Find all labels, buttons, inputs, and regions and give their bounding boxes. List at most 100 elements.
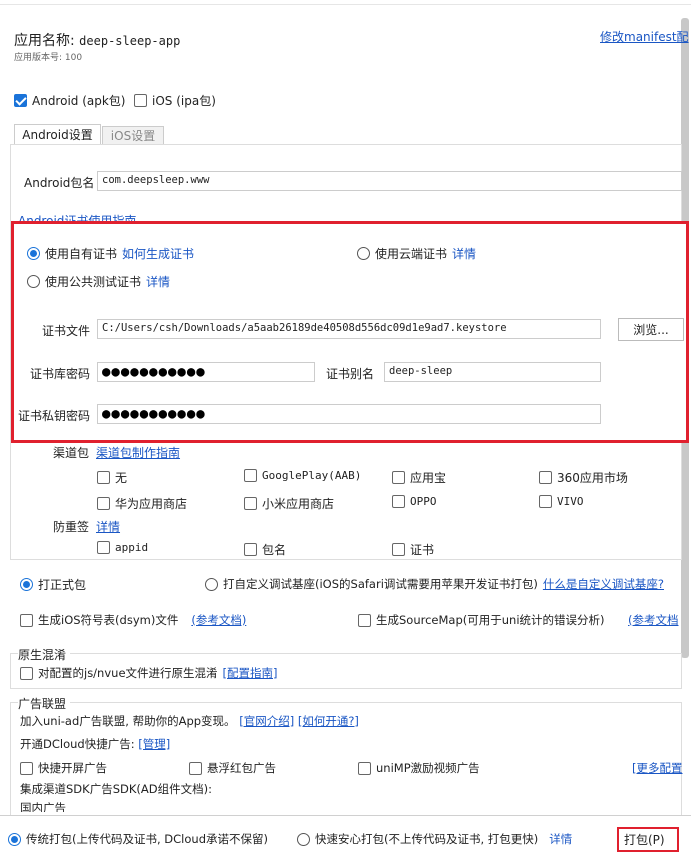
- sourcemap-option[interactable]: 生成SourceMap(可用于uni统计的错误分析): [358, 612, 605, 628]
- anti-resign-package-label: 包名: [262, 543, 287, 557]
- pack-button-label: 打包(P): [624, 833, 665, 847]
- fast-pack-option[interactable]: 快速安心打包(不上传代码及证书, 打包更快) 详情: [297, 831, 572, 847]
- custom-base-radio[interactable]: [205, 577, 218, 591]
- dsym-doc-link[interactable]: (参考文档): [191, 612, 246, 628]
- fast-pack-detail-link[interactable]: 详情: [549, 831, 572, 847]
- android-platform-option[interactable]: Android (apk包): [14, 92, 126, 109]
- pack-button[interactable]: 打包(P): [617, 827, 679, 852]
- channel-option[interactable]: 应用宝: [392, 469, 446, 486]
- own-cert-label: 使用自有证书: [45, 247, 118, 261]
- modify-manifest-link[interactable]: 修改manifest配: [600, 28, 689, 45]
- own-cert-radio[interactable]: [27, 247, 40, 260]
- channel-label-none: 无: [115, 471, 128, 485]
- native-obfuscation-checkbox[interactable]: [20, 666, 33, 680]
- channel-checkbox[interactable]: [97, 497, 110, 510]
- channel-option[interactable]: 360应用市场: [539, 469, 628, 486]
- video-ad-label: uniMP激励视频广告: [376, 761, 480, 775]
- tab-android-label: Android设置: [22, 128, 93, 142]
- cloud-cert-radio[interactable]: [357, 247, 370, 260]
- ads-howto-link[interactable]: [如何开通?]: [298, 714, 359, 728]
- ads-join-text: 加入uni-ad广告联盟, 帮助你的App变现。: [20, 714, 236, 728]
- cert-file-label: 证书文件: [42, 324, 91, 338]
- native-obfuscation-option[interactable]: 对配置的js/nvue文件进行原生混淆 [配置指南]: [20, 665, 278, 681]
- release-build-label: 打正式包: [38, 578, 87, 592]
- channel-label-huawei: 华为应用商店: [115, 497, 188, 511]
- native-obfuscation-label: 对配置的js/nvue文件进行原生混淆: [38, 666, 218, 680]
- version-label: 应用版本号: 100: [14, 53, 83, 63]
- channel-checkbox[interactable]: [539, 471, 552, 484]
- anti-resign-checkbox[interactable]: [97, 541, 110, 554]
- tab-android[interactable]: Android设置: [14, 124, 101, 145]
- cert-file-input[interactable]: C:/Users/csh/Downloads/a5aab26189de40508…: [97, 319, 601, 339]
- dcloud-ads-label: 开通DCloud快捷广告:: [20, 737, 135, 751]
- tab-ios[interactable]: iOS设置: [102, 126, 164, 145]
- channel-checkbox[interactable]: [539, 495, 552, 508]
- anti-resign-checkbox[interactable]: [392, 543, 405, 556]
- app-name-value: deep-sleep-app: [79, 34, 181, 48]
- cert-alias-input[interactable]: deep-sleep: [384, 362, 601, 382]
- dsym-option[interactable]: 生成iOS符号表(dsym)文件 (参考文档): [20, 612, 246, 628]
- tab-ios-label: iOS设置: [110, 129, 156, 143]
- fast-pack-radio[interactable]: [297, 832, 310, 846]
- package-name-input[interactable]: com.deepsleep.www: [97, 171, 682, 191]
- key-password-input[interactable]: ●●●●●●●●●●●: [97, 404, 601, 424]
- store-password-input[interactable]: ●●●●●●●●●●●: [97, 362, 315, 382]
- public-cert-radio[interactable]: [27, 275, 40, 288]
- channel-option[interactable]: 华为应用商店: [97, 495, 187, 512]
- channel-option[interactable]: OPPO: [392, 495, 437, 508]
- top-divider: [0, 4, 691, 5]
- android-checkbox[interactable]: [14, 94, 27, 107]
- custom-base-option[interactable]: 打自定义调试基座(iOS的Safari调试需要用苹果开发证书打包) 什么是自定义…: [205, 576, 664, 592]
- store-password-label: 证书库密码: [30, 367, 91, 381]
- anti-resign-option[interactable]: appid: [97, 541, 148, 554]
- sdk-ads-label: 集成渠道SDK广告SDK(AD组件文档):: [20, 782, 212, 796]
- splash-ad-checkbox[interactable]: [20, 761, 33, 775]
- fast-pack-label: 快速安心打包(不上传代码及证书, 打包更快): [315, 832, 539, 846]
- native-obfuscation-guide-link[interactable]: [配置指南]: [223, 665, 278, 681]
- traditional-pack-radio[interactable]: [8, 832, 21, 846]
- channel-option[interactable]: GooglePlay(AAB): [244, 469, 361, 482]
- channel-option[interactable]: 无: [97, 469, 127, 486]
- public-cert-detail-link[interactable]: 详情: [146, 273, 170, 290]
- how-to-generate-cert-link[interactable]: 如何生成证书: [122, 245, 194, 262]
- float-ad-option[interactable]: 悬浮红包广告: [189, 760, 276, 776]
- dcloud-ads-manage-link[interactable]: [管理]: [138, 737, 170, 751]
- release-build-radio[interactable]: [20, 578, 33, 591]
- channel-option[interactable]: 小米应用商店: [244, 495, 334, 512]
- sourcemap-doc-link[interactable]: (参考文档: [628, 612, 679, 628]
- splash-ad-option[interactable]: 快捷开屏广告: [20, 760, 107, 776]
- custom-base-help-link[interactable]: 什么是自定义调试基座?: [543, 576, 664, 592]
- channel-checkbox[interactable]: [97, 471, 110, 484]
- cloud-cert-detail-link[interactable]: 详情: [452, 245, 476, 262]
- channel-label-360: 360应用市场: [557, 471, 628, 485]
- video-ad-checkbox[interactable]: [358, 761, 371, 775]
- channel-checkbox[interactable]: [244, 469, 257, 482]
- browse-button[interactable]: 浏览...: [618, 318, 684, 341]
- sourcemap-checkbox[interactable]: [358, 613, 371, 627]
- ads-join-row: 加入uni-ad广告联盟, 帮助你的App变现。 [官网介绍] [如何开通?]: [20, 713, 359, 729]
- anti-resign-option[interactable]: 证书: [392, 541, 434, 558]
- channel-label: 渠道包: [53, 446, 90, 460]
- channel-checkbox[interactable]: [392, 495, 405, 508]
- ios-platform-option[interactable]: iOS (ipa包): [134, 92, 216, 109]
- anti-resign-checkbox[interactable]: [244, 543, 257, 556]
- float-ad-checkbox[interactable]: [189, 761, 202, 775]
- public-cert-option[interactable]: 使用公共测试证书 详情: [27, 273, 170, 290]
- ios-checkbox[interactable]: [134, 94, 147, 107]
- splash-ad-label: 快捷开屏广告: [38, 761, 107, 775]
- traditional-pack-option[interactable]: 传统打包(上传代码及证书, DCloud承诺不保留): [8, 831, 268, 847]
- anti-resign-option[interactable]: 包名: [244, 541, 286, 558]
- video-ad-option[interactable]: uniMP激励视频广告: [358, 760, 480, 776]
- anti-resign-detail-link[interactable]: 详情: [96, 518, 120, 535]
- ads-more-config-link[interactable]: [更多配置: [632, 760, 683, 776]
- channel-checkbox[interactable]: [244, 497, 257, 510]
- channel-checkbox[interactable]: [392, 471, 405, 484]
- channel-label-vivo: VIVO: [557, 495, 584, 508]
- release-build-option[interactable]: 打正式包: [20, 576, 86, 593]
- own-cert-option[interactable]: 使用自有证书 如何生成证书: [27, 245, 194, 262]
- channel-guide-link[interactable]: 渠道包制作指南: [96, 444, 180, 461]
- dsym-checkbox[interactable]: [20, 613, 33, 627]
- ads-intro-link[interactable]: [官网介绍]: [239, 714, 294, 728]
- cloud-cert-option[interactable]: 使用云端证书 详情: [357, 245, 476, 262]
- channel-option[interactable]: VIVO: [539, 495, 584, 508]
